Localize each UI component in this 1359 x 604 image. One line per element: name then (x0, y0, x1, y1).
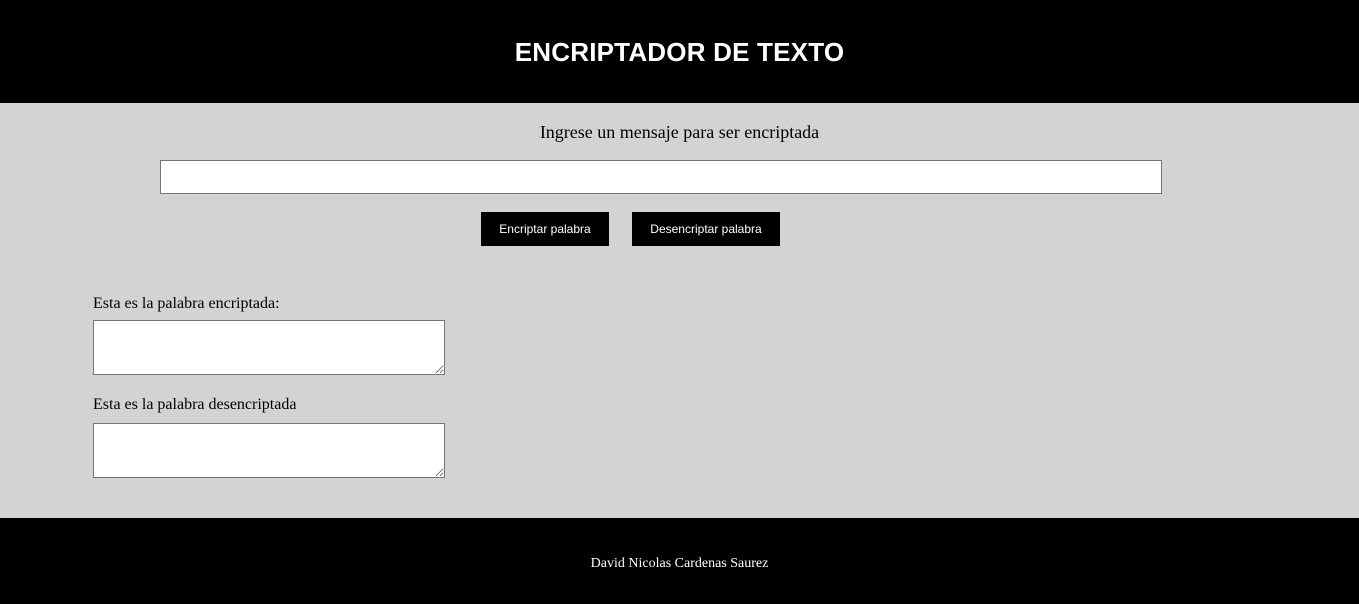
encrypt-button[interactable]: Encriptar palabra (481, 212, 609, 246)
page-title: ENCRIPTADOR DE TEXTO (514, 37, 845, 67)
encrypted-output-textarea[interactable] (93, 320, 445, 375)
page-header: ENCRIPTADOR DE TEXTO (0, 0, 1359, 103)
decrypted-output-label: Esta es la palabra desencriptada (93, 396, 297, 413)
message-prompt: Ingrese un mensaje para ser encriptada (539, 122, 820, 142)
decrypt-button[interactable]: Desencriptar palabra (632, 212, 780, 246)
encrypted-output-label: Esta es la palabra encriptada: (93, 295, 280, 312)
decrypted-output-textarea[interactable] (93, 423, 445, 478)
main-content: Ingrese un mensaje para ser encriptada E… (0, 103, 1359, 518)
message-input[interactable] (160, 160, 1162, 194)
footer-author: David Nicolas Cardenas Saurez (590, 556, 769, 571)
page-footer: David Nicolas Cardenas Saurez (0, 518, 1359, 604)
